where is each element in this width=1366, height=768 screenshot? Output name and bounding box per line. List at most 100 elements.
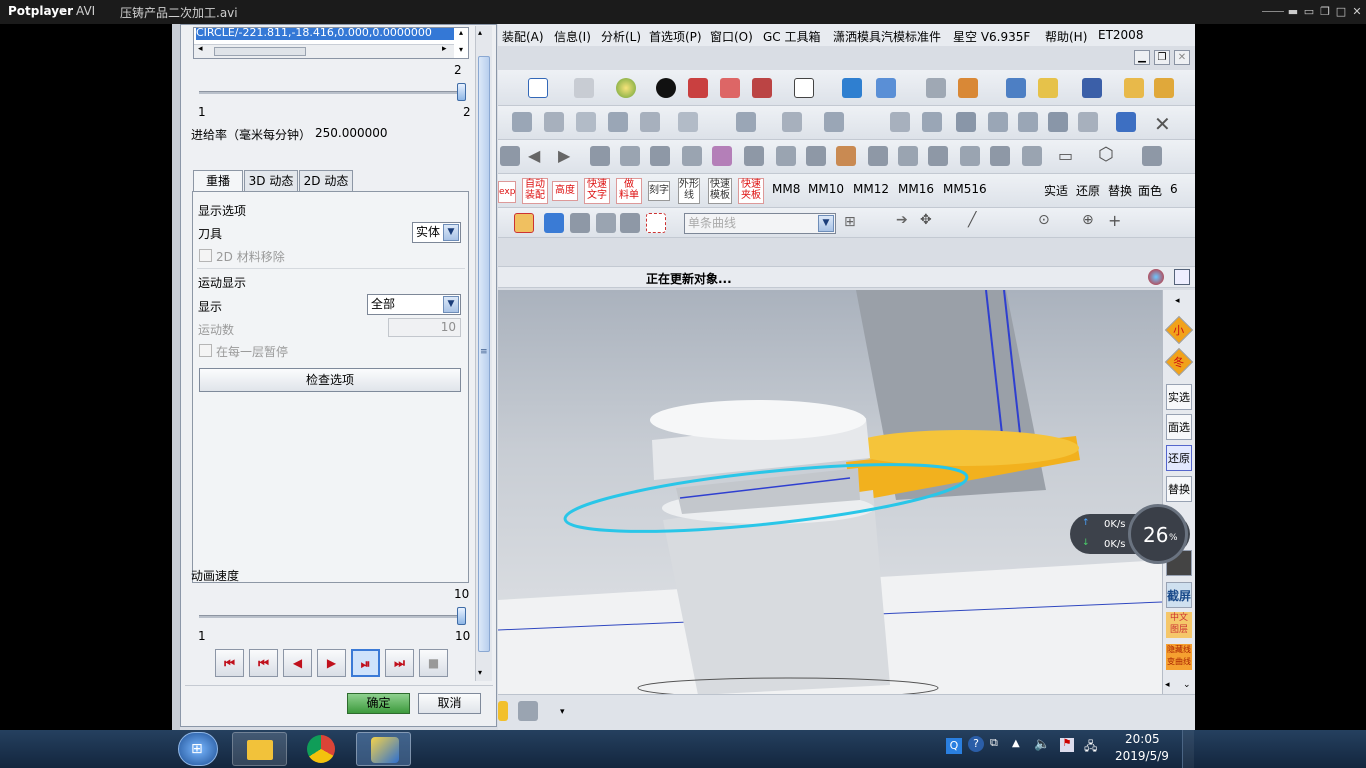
engrave-button[interactable]: 刻字	[648, 181, 670, 201]
method-icon[interactable]	[712, 146, 732, 166]
rewind-to-start-button[interactable]: ⏮	[215, 649, 244, 677]
move-icon[interactable]	[842, 78, 862, 98]
undo-icon[interactable]	[544, 213, 564, 233]
verify-icon[interactable]	[898, 146, 918, 166]
menu-gc-toolbox[interactable]: GC 工具箱	[763, 28, 821, 45]
extend-icon[interactable]	[576, 112, 596, 132]
replace-button[interactable]: 替换	[1108, 182, 1132, 199]
block-2-icon[interactable]	[1078, 112, 1098, 132]
scroll-left-icon[interactable]: ◂	[1165, 680, 1170, 690]
report-icon[interactable]	[1022, 146, 1042, 166]
nx-minimize-icon[interactable]: ▁	[1134, 50, 1150, 65]
measure-icon[interactable]	[1006, 78, 1026, 98]
vscroll-up-icon[interactable]: ▴	[478, 28, 482, 37]
list-down-icon[interactable]: ▾	[459, 45, 463, 54]
plus-icon[interactable]: +	[1108, 211, 1121, 230]
flag-tray-icon[interactable]: ⚑	[1060, 738, 1074, 752]
mm12-button[interactable]: MM12	[853, 182, 889, 196]
start-button[interactable]: ⊞	[178, 732, 218, 766]
layout-icon[interactable]	[890, 112, 910, 132]
curve-tool-icon[interactable]	[512, 112, 532, 132]
face-select-side-button[interactable]: 面选	[1166, 414, 1192, 440]
menu-analysis[interactable]: 分析(L)	[601, 28, 641, 45]
view-fit-icon[interactable]	[528, 78, 548, 98]
list-icon[interactable]	[990, 146, 1010, 166]
clock-time[interactable]: 20:05	[1125, 732, 1160, 746]
sphere-icon[interactable]	[616, 78, 636, 98]
qq-tray-icon[interactable]: Q	[946, 738, 962, 754]
speed-slider-track[interactable]	[199, 615, 461, 618]
step-back-button[interactable]: ⏮	[249, 649, 278, 677]
half-shade-icon[interactable]	[656, 78, 676, 98]
dialog-vscroll[interactable]: ▴ ≡ ▾	[475, 26, 492, 681]
tab-3d-dynamic[interactable]: 3D 动态	[244, 170, 298, 192]
six-button[interactable]: 6	[1170, 182, 1178, 196]
back-arrow-icon[interactable]: ◀	[528, 146, 540, 165]
menu-preferences[interactable]: 首选项(P)	[649, 28, 702, 45]
network-tray-icon[interactable]: 🖧	[1084, 737, 1097, 758]
render-style-icon[interactable]	[574, 78, 594, 98]
menu-mold-std[interactable]: 潇洒模具汽模标准件	[833, 28, 941, 45]
section-icon[interactable]	[752, 78, 772, 98]
bottom-dropdown-icon[interactable]: ▾	[560, 707, 565, 717]
nx-close-icon[interactable]: ✕	[1174, 50, 1190, 65]
path-list-item[interactable]: CIRCLE/-221.811,-18.416,0.000,0.0000000	[196, 28, 454, 40]
auto-assembly-button[interactable]: 自动 装配	[522, 178, 548, 204]
scroll-down-icon[interactable]: ⌄	[1183, 680, 1191, 690]
collapse-up-icon[interactable]: ◂	[1175, 296, 1180, 306]
mini-mode-icon[interactable]: ▭	[1302, 5, 1316, 19]
fast-forward-button[interactable]: ⏭	[385, 649, 414, 677]
select-filter-icon[interactable]	[596, 213, 616, 233]
scroll-left-arrow-icon[interactable]: ◂	[198, 44, 203, 54]
arrow-right-icon[interactable]: ➔	[896, 212, 908, 228]
tool-display-dropdown[interactable]: 实体 ▼	[412, 222, 461, 243]
snap-grid-icon[interactable]: ⊞	[844, 214, 856, 230]
solid-cube-icon[interactable]	[570, 213, 590, 233]
snap-icon[interactable]	[1082, 78, 1102, 98]
sim-icon[interactable]	[928, 146, 948, 166]
pattern-icon[interactable]	[640, 112, 660, 132]
fixture-icon[interactable]	[806, 146, 826, 166]
menu-xingkong[interactable]: 星空 V6.935F	[953, 28, 1030, 45]
box-select-icon[interactable]	[646, 213, 666, 233]
menu-et2008[interactable]: ET2008	[1098, 28, 1143, 42]
cpu-usage-gauge[interactable]: 26 %	[1128, 504, 1188, 564]
spline-icon[interactable]	[1142, 146, 1162, 166]
geometry-icon[interactable]	[682, 146, 702, 166]
show-hidden-icons-icon[interactable]: ▲	[1012, 738, 1020, 749]
globe-icon[interactable]	[1148, 269, 1164, 285]
minimize-icon[interactable]: ▬	[1286, 5, 1300, 19]
help-tray-icon[interactable]: ?	[968, 736, 984, 752]
stop-button[interactable]: ■	[419, 649, 448, 677]
arrow-tool-2-icon[interactable]	[782, 112, 802, 132]
folder-icon[interactable]	[498, 701, 508, 721]
path-list-hscroll[interactable]: ◂ ▸	[194, 44, 454, 58]
sweep-icon[interactable]	[1018, 112, 1038, 132]
maximize-icon[interactable]: □	[1334, 5, 1348, 19]
cancel-button[interactable]: 取消	[418, 693, 481, 714]
blank-icon[interactable]	[776, 146, 796, 166]
menu-window[interactable]: 窗口(O)	[710, 28, 753, 45]
menu-info[interactable]: 信息(I)	[554, 28, 591, 45]
layer-icon[interactable]	[926, 78, 946, 98]
ok-button[interactable]: 确定	[347, 693, 410, 714]
show-desktop-button[interactable]	[1182, 730, 1194, 768]
motion-count-input[interactable]: 10	[388, 318, 461, 337]
quick-text-button[interactable]: 快速 文字	[584, 178, 610, 204]
taskbar-chrome[interactable]	[294, 732, 349, 766]
post-icon[interactable]	[868, 146, 888, 166]
drill-icon[interactable]	[590, 146, 610, 166]
play-forward-button[interactable]: ▶	[317, 649, 346, 677]
arrow-tool-3-icon[interactable]	[824, 112, 844, 132]
top-slider-track[interactable]	[199, 91, 461, 94]
clock-date[interactable]: 2019/5/9	[1115, 749, 1169, 763]
box-wire-icon[interactable]	[720, 78, 740, 98]
restore-icon[interactable]: ❐	[1318, 5, 1332, 19]
mm16-button[interactable]: MM16	[898, 182, 934, 196]
material-remove-checkbox[interactable]	[199, 249, 212, 262]
op-icon[interactable]	[500, 146, 520, 166]
graphics-viewport[interactable]	[498, 290, 1162, 694]
gouge-icon[interactable]	[960, 146, 980, 166]
menu-help[interactable]: 帮助(H)	[1045, 28, 1087, 45]
center-icon[interactable]: ⊙	[1038, 212, 1050, 228]
